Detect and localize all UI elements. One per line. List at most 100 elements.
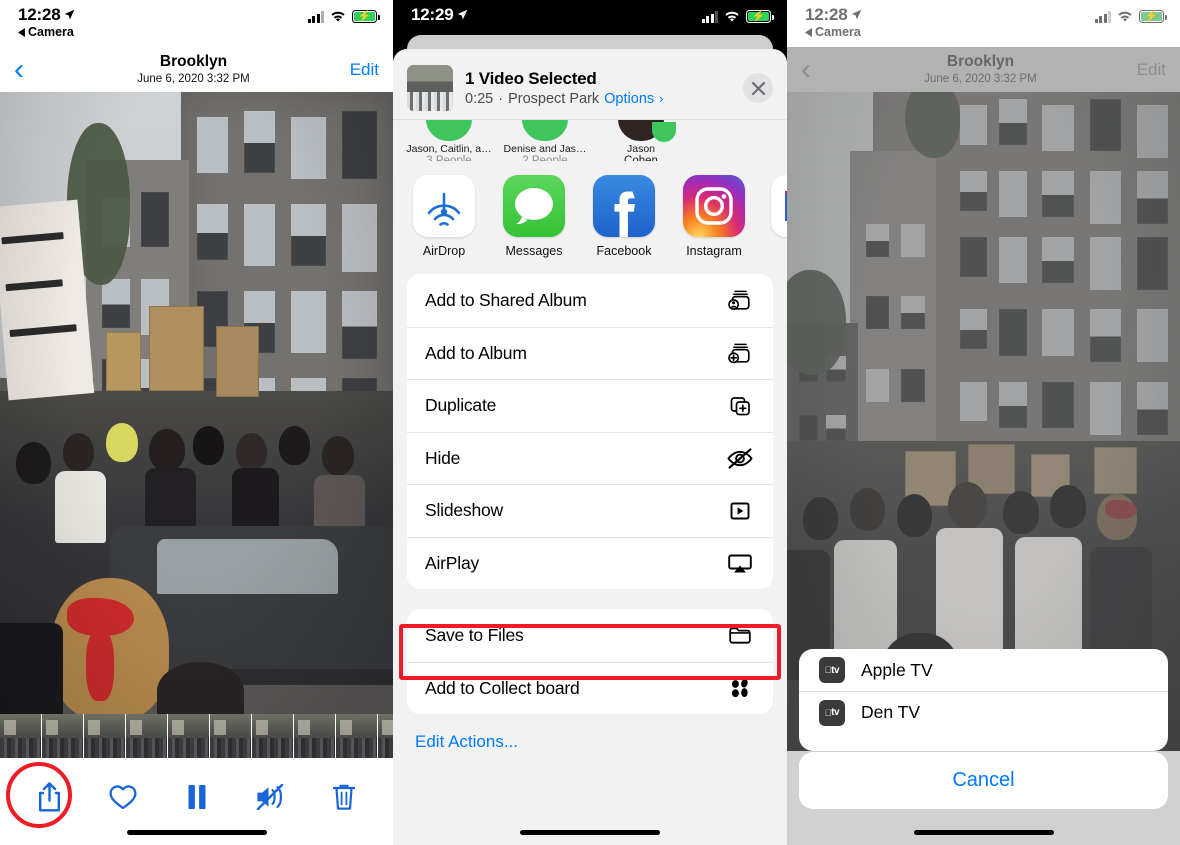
status-back-to-camera[interactable]: Camera [18, 26, 75, 39]
share-target-facebook[interactable]: Facebook [591, 175, 657, 258]
selected-video-thumbnail[interactable] [407, 65, 453, 111]
add-album-icon [725, 339, 755, 367]
scrubber-group[interactable] [336, 714, 393, 758]
apple-tv-icon-text: tv [827, 664, 839, 676]
share-target-label: AirDrop [422, 244, 466, 258]
cellular-signal-icon [1094, 11, 1111, 23]
photo-canvas-left[interactable] [0, 92, 393, 714]
status-right-group: ⚡ [701, 6, 774, 23]
scrubber-frame[interactable] [42, 714, 84, 758]
share-sheet-wrapper: 1 Video Selected 0:25 · Prospect Park Op… [393, 35, 787, 845]
panel-photo-viewer: 12:28 Camera ⚡ ‹ Brooklyn June 6, 2020 3… [0, 0, 393, 845]
device-label: Den TV [861, 702, 921, 722]
video-scrubber-left[interactable] [0, 714, 393, 758]
trash-icon [332, 784, 356, 810]
back-button[interactable]: ‹ [14, 54, 54, 85]
status-back-label: Camera [815, 25, 861, 39]
cellular-signal-icon [307, 11, 324, 23]
person-name: Denise and Jas… [503, 143, 587, 155]
status-time: 12:28 [18, 5, 61, 24]
facebook-icon [593, 175, 655, 237]
share-target-messages[interactable]: Messages [501, 175, 567, 258]
avatar [522, 120, 568, 141]
speaker-mute-icon [257, 784, 284, 810]
favorite-button[interactable] [100, 774, 146, 820]
home-indicator[interactable] [126, 830, 267, 835]
scrubber-frame[interactable] [168, 714, 210, 758]
airplay-device-apple-tv[interactable]: tv Apple TV [799, 649, 1168, 691]
pause-icon [188, 785, 205, 809]
share-target-instagram[interactable]: Instagram [681, 175, 747, 258]
status-right-group: ⚡ [1094, 6, 1167, 23]
duplicate-icon [725, 392, 755, 420]
action-add-to-shared-album[interactable]: Add to Shared Album [407, 274, 773, 327]
apple-tv-icon-text: tv [827, 707, 839, 718]
action-duplicate[interactable]: Duplicate [407, 379, 773, 432]
share-button[interactable] [26, 774, 72, 820]
share-target-airdrop[interactable]: AirDrop [411, 175, 477, 258]
close-button[interactable] [743, 73, 773, 103]
share-target-label: Instagram [686, 244, 742, 258]
airplay-device-list: tv Apple TV tv Den TV [799, 649, 1168, 751]
suggested-people-row[interactable]: Jason, Caitlin, a… 3 People Denise and J… [393, 119, 787, 161]
airdrop-icon [413, 175, 475, 237]
scrubber-frame[interactable] [294, 714, 336, 758]
pause-button[interactable] [174, 774, 220, 820]
action-airplay[interactable]: AirPlay [407, 536, 773, 590]
action-label: AirPlay [425, 552, 480, 573]
person-count: 2 People [522, 155, 568, 161]
cancel-button[interactable]: Cancel [799, 752, 1168, 809]
action-label: Slideshow [425, 500, 503, 521]
suggested-person[interactable]: Jason Cohen [595, 120, 687, 161]
share-sheet-header: 1 Video Selected 0:25 · Prospect Park Op… [393, 49, 787, 119]
suggested-person[interactable]: Denise and Jas… 2 People [499, 120, 591, 161]
action-slideshow[interactable]: Slideshow [407, 484, 773, 537]
person-count: Cohen [624, 155, 658, 161]
share-target-label: Messages [505, 244, 563, 258]
share-actions-card-1: Add to Shared Album Add to Album Duplica… [407, 274, 773, 589]
wifi-icon [331, 11, 345, 22]
action-save-to-files[interactable]: Save to Files [407, 609, 773, 662]
page-subtitle: June 6, 2020 3:32 PM [137, 72, 250, 85]
action-hide[interactable]: Hide [407, 431, 773, 485]
home-indicator[interactable] [913, 830, 1054, 835]
suggested-person[interactable]: Jason, Caitlin, a… 3 People [403, 120, 495, 161]
photo-toolbar [0, 758, 393, 820]
nav-title-group: Brooklyn June 6, 2020 3:32 PM [54, 53, 333, 85]
scrubber-frame[interactable] [378, 714, 393, 758]
status-back-to-camera[interactable]: Camera [805, 26, 862, 39]
instagram-icon [683, 175, 745, 237]
panel-share-sheet: 12:29 ⚡ 1 Video Selected 0:25 · Prospect… [393, 0, 787, 845]
share-targets-row[interactable]: AirDrop Messages Facebook Instagram [393, 161, 787, 268]
share-target-partial[interactable] [771, 175, 787, 258]
options-button[interactable]: Options [604, 91, 654, 107]
scrubber-frame[interactable] [84, 714, 126, 758]
wifi-icon [725, 11, 739, 22]
scrubber-frame[interactable] [126, 714, 168, 758]
battery-charging-icon: ⚡ [746, 10, 774, 23]
shared-album-icon [725, 286, 755, 314]
location-arrow-icon [458, 9, 468, 20]
action-label: Add to Shared Album [425, 289, 587, 310]
mute-button[interactable] [247, 774, 293, 820]
home-indicator[interactable] [520, 830, 660, 835]
scrubber-group[interactable] [0, 714, 168, 758]
share-target-label: Facebook [596, 244, 652, 258]
scrubber-frame[interactable] [336, 714, 378, 758]
chevron-right-icon: › [659, 91, 664, 106]
action-add-to-collect-board[interactable]: Add to Collect board [407, 661, 773, 715]
action-add-to-album[interactable]: Add to Album [407, 326, 773, 380]
scrubber-frame[interactable] [0, 714, 42, 758]
scrubber-frame[interactable] [252, 714, 294, 758]
scrubber-frame[interactable] [210, 714, 252, 758]
scrubber-group[interactable] [168, 714, 336, 758]
action-label: Duplicate [425, 395, 497, 416]
location-arrow-icon [65, 9, 75, 20]
edit-actions-button[interactable]: Edit Actions... [393, 714, 787, 752]
person-name: Jason, Caitlin, a… [406, 143, 492, 155]
meta-separator: · [498, 91, 504, 107]
airplay-device-den-tv[interactable]: tv Den TV [799, 691, 1168, 733]
heart-icon [109, 785, 137, 810]
delete-button[interactable] [321, 774, 367, 820]
edit-button[interactable]: Edit [333, 60, 379, 80]
